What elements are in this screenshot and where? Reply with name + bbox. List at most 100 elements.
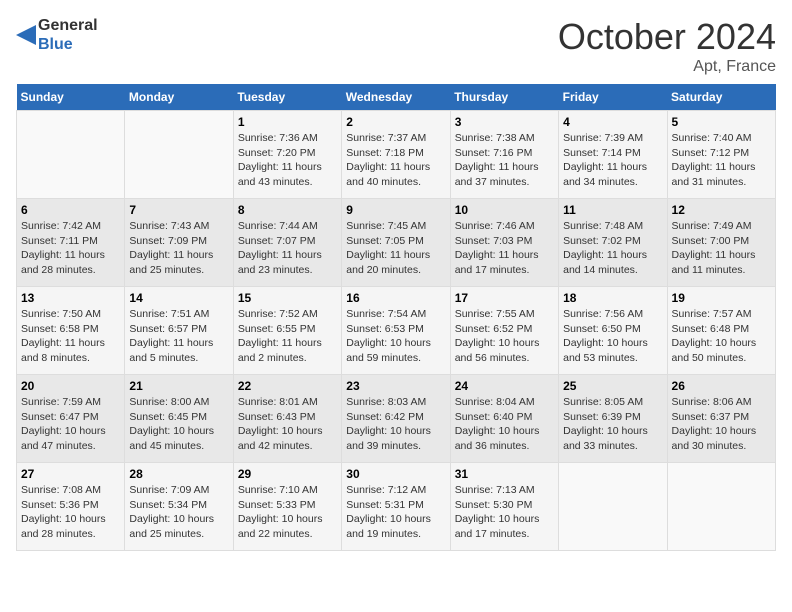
calendar-cell: 3Sunrise: 7:38 AMSunset: 7:16 PMDaylight…: [450, 111, 558, 199]
day-number: 6: [21, 203, 120, 217]
day-info: Sunrise: 7:36 AMSunset: 7:20 PMDaylight:…: [238, 131, 337, 190]
day-number: 27: [21, 467, 120, 481]
header-cell-sunday: Sunday: [17, 84, 125, 111]
header-cell-tuesday: Tuesday: [233, 84, 341, 111]
day-number: 20: [21, 379, 120, 393]
day-info: Sunrise: 8:06 AMSunset: 6:37 PMDaylight:…: [672, 395, 771, 454]
day-number: 21: [129, 379, 228, 393]
calendar-cell: 11 Sunrise: 7:48 AMSunset: 7:02 PMDayligh…: [559, 199, 667, 287]
logo-container: General Blue: [16, 16, 98, 54]
day-info: Sunrise: 8:03 AMSunset: 6:42 PMDaylight:…: [346, 395, 445, 454]
calendar-cell: [17, 111, 125, 199]
calendar-cell: 15 Sunrise: 7:52 AMSunset: 6:55 PMDayligh…: [233, 287, 341, 375]
header-cell-wednesday: Wednesday: [342, 84, 450, 111]
calendar-cell: 16 Sunrise: 7:54 AMSunset: 6:53 PMDayligh…: [342, 287, 450, 375]
day-info: Sunrise: 7:10 AMSunset: 5:33 PMDaylight:…: [238, 483, 337, 542]
header-cell-monday: Monday: [125, 84, 233, 111]
logo-general: General: [38, 16, 98, 35]
calendar-cell: 17 Sunrise: 7:55 AMSunset: 6:52 PMDayligh…: [450, 287, 558, 375]
month-year-heading: October 2024: [558, 16, 776, 58]
day-number: 31: [455, 467, 554, 481]
calendar-cell: 6 Sunrise: 7:42 AMSunset: 7:11 PMDaylight…: [17, 199, 125, 287]
day-info: Sunrise: 7:43 AMSunset: 7:09 PMDaylight:…: [129, 219, 228, 278]
logo-blue: Blue: [38, 35, 98, 54]
calendar-cell: 28Sunrise: 7:09 AMSunset: 5:34 PMDayligh…: [125, 463, 233, 551]
day-info: Sunrise: 7:37 AMSunset: 7:18 PMDaylight:…: [346, 131, 445, 190]
day-info: Sunrise: 7:52 AMSunset: 6:55 PMDaylight:…: [238, 307, 337, 366]
calendar-table: SundayMondayTuesdayWednesdayThursdayFrid…: [16, 84, 776, 551]
header-cell-thursday: Thursday: [450, 84, 558, 111]
day-number: 10: [455, 203, 554, 217]
month-title-block: October 2024 Apt, France: [558, 16, 776, 76]
day-info: Sunrise: 7:45 AMSunset: 7:05 PMDaylight:…: [346, 219, 445, 278]
logo: General Blue: [16, 16, 98, 54]
day-number: 5: [672, 115, 771, 129]
calendar-cell: 2 Sunrise: 7:37 AMSunset: 7:18 PMDaylight…: [342, 111, 450, 199]
day-number: 23: [346, 379, 445, 393]
day-info: Sunrise: 7:12 AMSunset: 5:31 PMDaylight:…: [346, 483, 445, 542]
calendar-cell: 27 Sunrise: 7:08 AMSunset: 5:36 PMDayligh…: [17, 463, 125, 551]
day-number: 8: [238, 203, 337, 217]
day-number: 29: [238, 467, 337, 481]
calendar-cell: [559, 463, 667, 551]
day-info: Sunrise: 7:08 AMSunset: 5:36 PMDaylight:…: [21, 483, 120, 542]
calendar-cell: [667, 463, 775, 551]
calendar-cell: 18 Sunrise: 7:56 AMSunset: 6:50 PMDayligh…: [559, 287, 667, 375]
calendar-week-2: 6 Sunrise: 7:42 AMSunset: 7:11 PMDaylight…: [17, 199, 776, 287]
day-info: Sunrise: 7:56 AMSunset: 6:50 PMDaylight:…: [563, 307, 662, 366]
day-number: 15: [238, 291, 337, 305]
day-info: Sunrise: 7:59 AMSunset: 6:47 PMDaylight:…: [21, 395, 120, 454]
header-cell-saturday: Saturday: [667, 84, 775, 111]
calendar-cell: 23 Sunrise: 8:03 AMSunset: 6:42 PMDayligh…: [342, 375, 450, 463]
day-info: Sunrise: 7:55 AMSunset: 6:52 PMDaylight:…: [455, 307, 554, 366]
calendar-cell: 29 Sunrise: 7:10 AMSunset: 5:33 PMDayligh…: [233, 463, 341, 551]
calendar-cell: 10Sunrise: 7:46 AMSunset: 7:03 PMDayligh…: [450, 199, 558, 287]
day-number: 2: [346, 115, 445, 129]
calendar-cell: 13 Sunrise: 7:50 AMSunset: 6:58 PMDayligh…: [17, 287, 125, 375]
day-number: 18: [563, 291, 662, 305]
calendar-cell: [125, 111, 233, 199]
day-info: Sunrise: 7:13 AMSunset: 5:30 PMDaylight:…: [455, 483, 554, 542]
day-info: Sunrise: 7:40 AMSunset: 7:12 PMDaylight:…: [672, 131, 771, 190]
day-number: 13: [21, 291, 120, 305]
day-info: Sunrise: 7:48 AMSunset: 7:02 PMDaylight:…: [563, 219, 662, 278]
day-info: Sunrise: 8:05 AMSunset: 6:39 PMDaylight:…: [563, 395, 662, 454]
day-info: Sunrise: 7:50 AMSunset: 6:58 PMDaylight:…: [21, 307, 120, 366]
calendar-cell: 20 Sunrise: 7:59 AMSunset: 6:47 PMDayligh…: [17, 375, 125, 463]
day-number: 12: [672, 203, 771, 217]
calendar-cell: 9 Sunrise: 7:45 AMSunset: 7:05 PMDaylight…: [342, 199, 450, 287]
logo-icon: [16, 17, 36, 53]
calendar-cell: 5 Sunrise: 7:40 AMSunset: 7:12 PMDaylight…: [667, 111, 775, 199]
day-number: 9: [346, 203, 445, 217]
day-number: 11: [563, 203, 662, 217]
calendar-week-1: 1 Sunrise: 7:36 AMSunset: 7:20 PMDaylight…: [17, 111, 776, 199]
day-info: Sunrise: 8:01 AMSunset: 6:43 PMDaylight:…: [238, 395, 337, 454]
day-number: 7: [129, 203, 228, 217]
day-number: 4: [563, 115, 662, 129]
day-info: Sunrise: 7:42 AMSunset: 7:11 PMDaylight:…: [21, 219, 120, 278]
calendar-cell: 26Sunrise: 8:06 AMSunset: 6:37 PMDayligh…: [667, 375, 775, 463]
calendar-cell: 24 Sunrise: 8:04 AMSunset: 6:40 PMDayligh…: [450, 375, 558, 463]
day-number: 1: [238, 115, 337, 129]
day-number: 22: [238, 379, 337, 393]
day-info: Sunrise: 7:44 AMSunset: 7:07 PMDaylight:…: [238, 219, 337, 278]
calendar-week-4: 20 Sunrise: 7:59 AMSunset: 6:47 PMDayligh…: [17, 375, 776, 463]
calendar-cell: 31 Sunrise: 7:13 AMSunset: 5:30 PMDayligh…: [450, 463, 558, 551]
day-info: Sunrise: 8:04 AMSunset: 6:40 PMDaylight:…: [455, 395, 554, 454]
calendar-cell: 30Sunrise: 7:12 AMSunset: 5:31 PMDayligh…: [342, 463, 450, 551]
day-info: Sunrise: 7:38 AMSunset: 7:16 PMDaylight:…: [455, 131, 554, 190]
day-number: 17: [455, 291, 554, 305]
calendar-cell: 19Sunrise: 7:57 AMSunset: 6:48 PMDayligh…: [667, 287, 775, 375]
day-info: Sunrise: 7:54 AMSunset: 6:53 PMDaylight:…: [346, 307, 445, 366]
day-number: 16: [346, 291, 445, 305]
calendar-cell: 14 Sunrise: 7:51 AMSunset: 6:57 PMDayligh…: [125, 287, 233, 375]
day-number: 28: [129, 467, 228, 481]
day-info: Sunrise: 7:51 AMSunset: 6:57 PMDaylight:…: [129, 307, 228, 366]
calendar-cell: 8 Sunrise: 7:44 AMSunset: 7:07 PMDaylight…: [233, 199, 341, 287]
day-info: Sunrise: 7:49 AMSunset: 7:00 PMDaylight:…: [672, 219, 771, 278]
calendar-cell: 22 Sunrise: 8:01 AMSunset: 6:43 PMDayligh…: [233, 375, 341, 463]
calendar-cell: 12 Sunrise: 7:49 AMSunset: 7:00 PMDayligh…: [667, 199, 775, 287]
day-number: 14: [129, 291, 228, 305]
calendar-cell: 4Sunrise: 7:39 AMSunset: 7:14 PMDaylight…: [559, 111, 667, 199]
day-number: 24: [455, 379, 554, 393]
